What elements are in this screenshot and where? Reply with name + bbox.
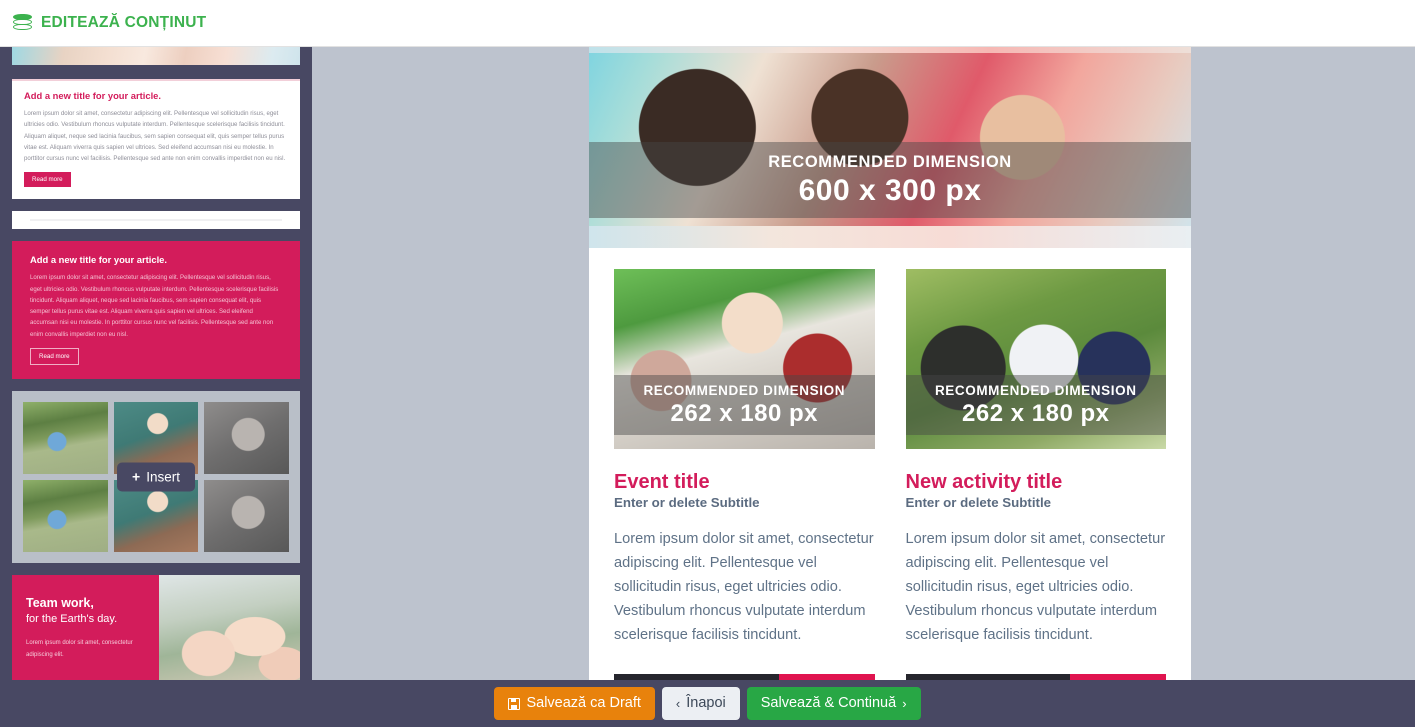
insert-label: Insert — [146, 469, 180, 485]
gallery-thumb[interactable] — [204, 479, 289, 552]
back-label: Înapoi — [686, 695, 726, 712]
event-card-text[interactable]: Lorem ipsum dolor sit amet, consectetur … — [614, 527, 875, 647]
banner-subheading: for the Earth's day. — [26, 612, 118, 625]
save-continue-button[interactable]: Salvează & Continuă › — [746, 687, 921, 720]
banner-body: Lorem ipsum dolor sit amet, consectetur … — [26, 639, 133, 658]
read-more-button[interactable]: Read more — [24, 172, 71, 188]
save-continue-label: Salvează & Continuă — [760, 695, 897, 712]
article-title: Add a new title for your article. — [30, 254, 168, 266]
layers-icon — [13, 14, 33, 32]
activity-card[interactable]: RECOMMENDED DIMENSION 262 x 180 px New a… — [905, 269, 1167, 715]
activity-card-subtitle[interactable]: Enter or delete Subtitle — [906, 495, 1167, 510]
gallery-thumb[interactable] — [23, 401, 108, 474]
page-title: EDITEAZĂ CONȚINUT — [41, 14, 207, 31]
hero-image-placeholder[interactable]: RECOMMENDED DIMENSION 600 x 300 px — [589, 47, 1191, 248]
sidebar-block-divider[interactable] — [12, 211, 300, 230]
sidebar-block-teamwork-banner[interactable]: Team work, for the Earth's day. Lorem ip… — [12, 574, 300, 687]
dimension-label: RECOMMENDED DIMENSION — [934, 382, 1137, 398]
event-card-title[interactable]: Event title — [614, 471, 875, 494]
read-more-button[interactable]: Read more — [30, 347, 79, 365]
hero-top-strip — [589, 47, 1191, 53]
banner-photo — [158, 574, 300, 687]
activity-card-image[interactable]: RECOMMENDED DIMENSION 262 x 180 px — [905, 269, 1166, 449]
save-draft-label: Salvează ca Draft — [526, 695, 641, 712]
card-dimension-overlay: RECOMMENDED DIMENSION 262 x 180 px — [905, 375, 1166, 435]
sidebar-scrollbar[interactable] — [308, 47, 312, 727]
page-preview-canvas[interactable]: RECOMMENDED DIMENSION 600 x 300 px RECOM… — [589, 47, 1191, 727]
insert-block-button[interactable]: + Insert — [117, 462, 195, 492]
dimension-value: 262 x 180 px — [962, 399, 1110, 427]
block-library-sidebar[interactable]: Add a new title for your article. Lorem … — [0, 47, 312, 727]
hero-dimension-overlay: RECOMMENDED DIMENSION 600 x 300 px — [589, 142, 1191, 218]
bottom-action-bar: Salvează ca Draft ‹ Înapoi Salvează & Co… — [0, 680, 1415, 727]
dimension-value: 262 x 180 px — [670, 399, 818, 427]
plus-icon: + — [132, 468, 141, 485]
event-card-image[interactable]: RECOMMENDED DIMENSION 262 x 180 px — [614, 269, 875, 449]
back-button[interactable]: ‹ Înapoi — [661, 687, 740, 720]
activity-card-title[interactable]: New activity title — [906, 471, 1167, 494]
sidebar-block-photo-strip[interactable] — [12, 47, 300, 65]
sidebar-block-image-gallery[interactable]: + Insert — [12, 390, 300, 563]
article-title: Add a new title for your article. — [24, 90, 162, 101]
save-icon — [508, 697, 521, 710]
banner-heading: Team work, — [26, 595, 94, 610]
event-card[interactable]: RECOMMENDED DIMENSION 262 x 180 px Event… — [614, 269, 875, 715]
gallery-thumb[interactable] — [23, 479, 108, 552]
sidebar-block-article-pink[interactable]: Add a new title for your article. Lorem … — [12, 241, 300, 379]
hero-bottom-strip — [589, 226, 1191, 248]
card-dimension-overlay: RECOMMENDED DIMENSION 262 x 180 px — [614, 375, 875, 435]
article-body: Lorem ipsum dolor sit amet, consectetur … — [30, 274, 279, 338]
article-body: Lorem ipsum dolor sit amet, consectetur … — [24, 110, 286, 163]
event-card-subtitle[interactable]: Enter or delete Subtitle — [614, 495, 875, 510]
divider-line — [30, 219, 282, 222]
activity-card-text[interactable]: Lorem ipsum dolor sit amet, consectetur … — [906, 527, 1167, 647]
chevron-left-icon: ‹ — [675, 696, 681, 711]
chevron-right-icon: › — [902, 696, 907, 711]
dimension-label: RECOMMENDED DIMENSION — [768, 152, 1012, 171]
card-row: RECOMMENDED DIMENSION 262 x 180 px Event… — [589, 248, 1191, 715]
dimension-label: RECOMMENDED DIMENSION — [643, 382, 846, 398]
editor-stage: Add a new title for your article. Lorem … — [0, 47, 1415, 727]
save-draft-button[interactable]: Salvează ca Draft — [494, 687, 655, 720]
dimension-value: 600 x 300 px — [798, 173, 982, 207]
banner-text-area: Team work, for the Earth's day. Lorem ip… — [12, 574, 159, 687]
app-header: EDITEAZĂ CONȚINUT — [0, 0, 1415, 47]
gallery-thumb[interactable] — [204, 401, 289, 474]
sidebar-block-article-white[interactable]: Add a new title for your article. Lorem … — [12, 79, 300, 200]
